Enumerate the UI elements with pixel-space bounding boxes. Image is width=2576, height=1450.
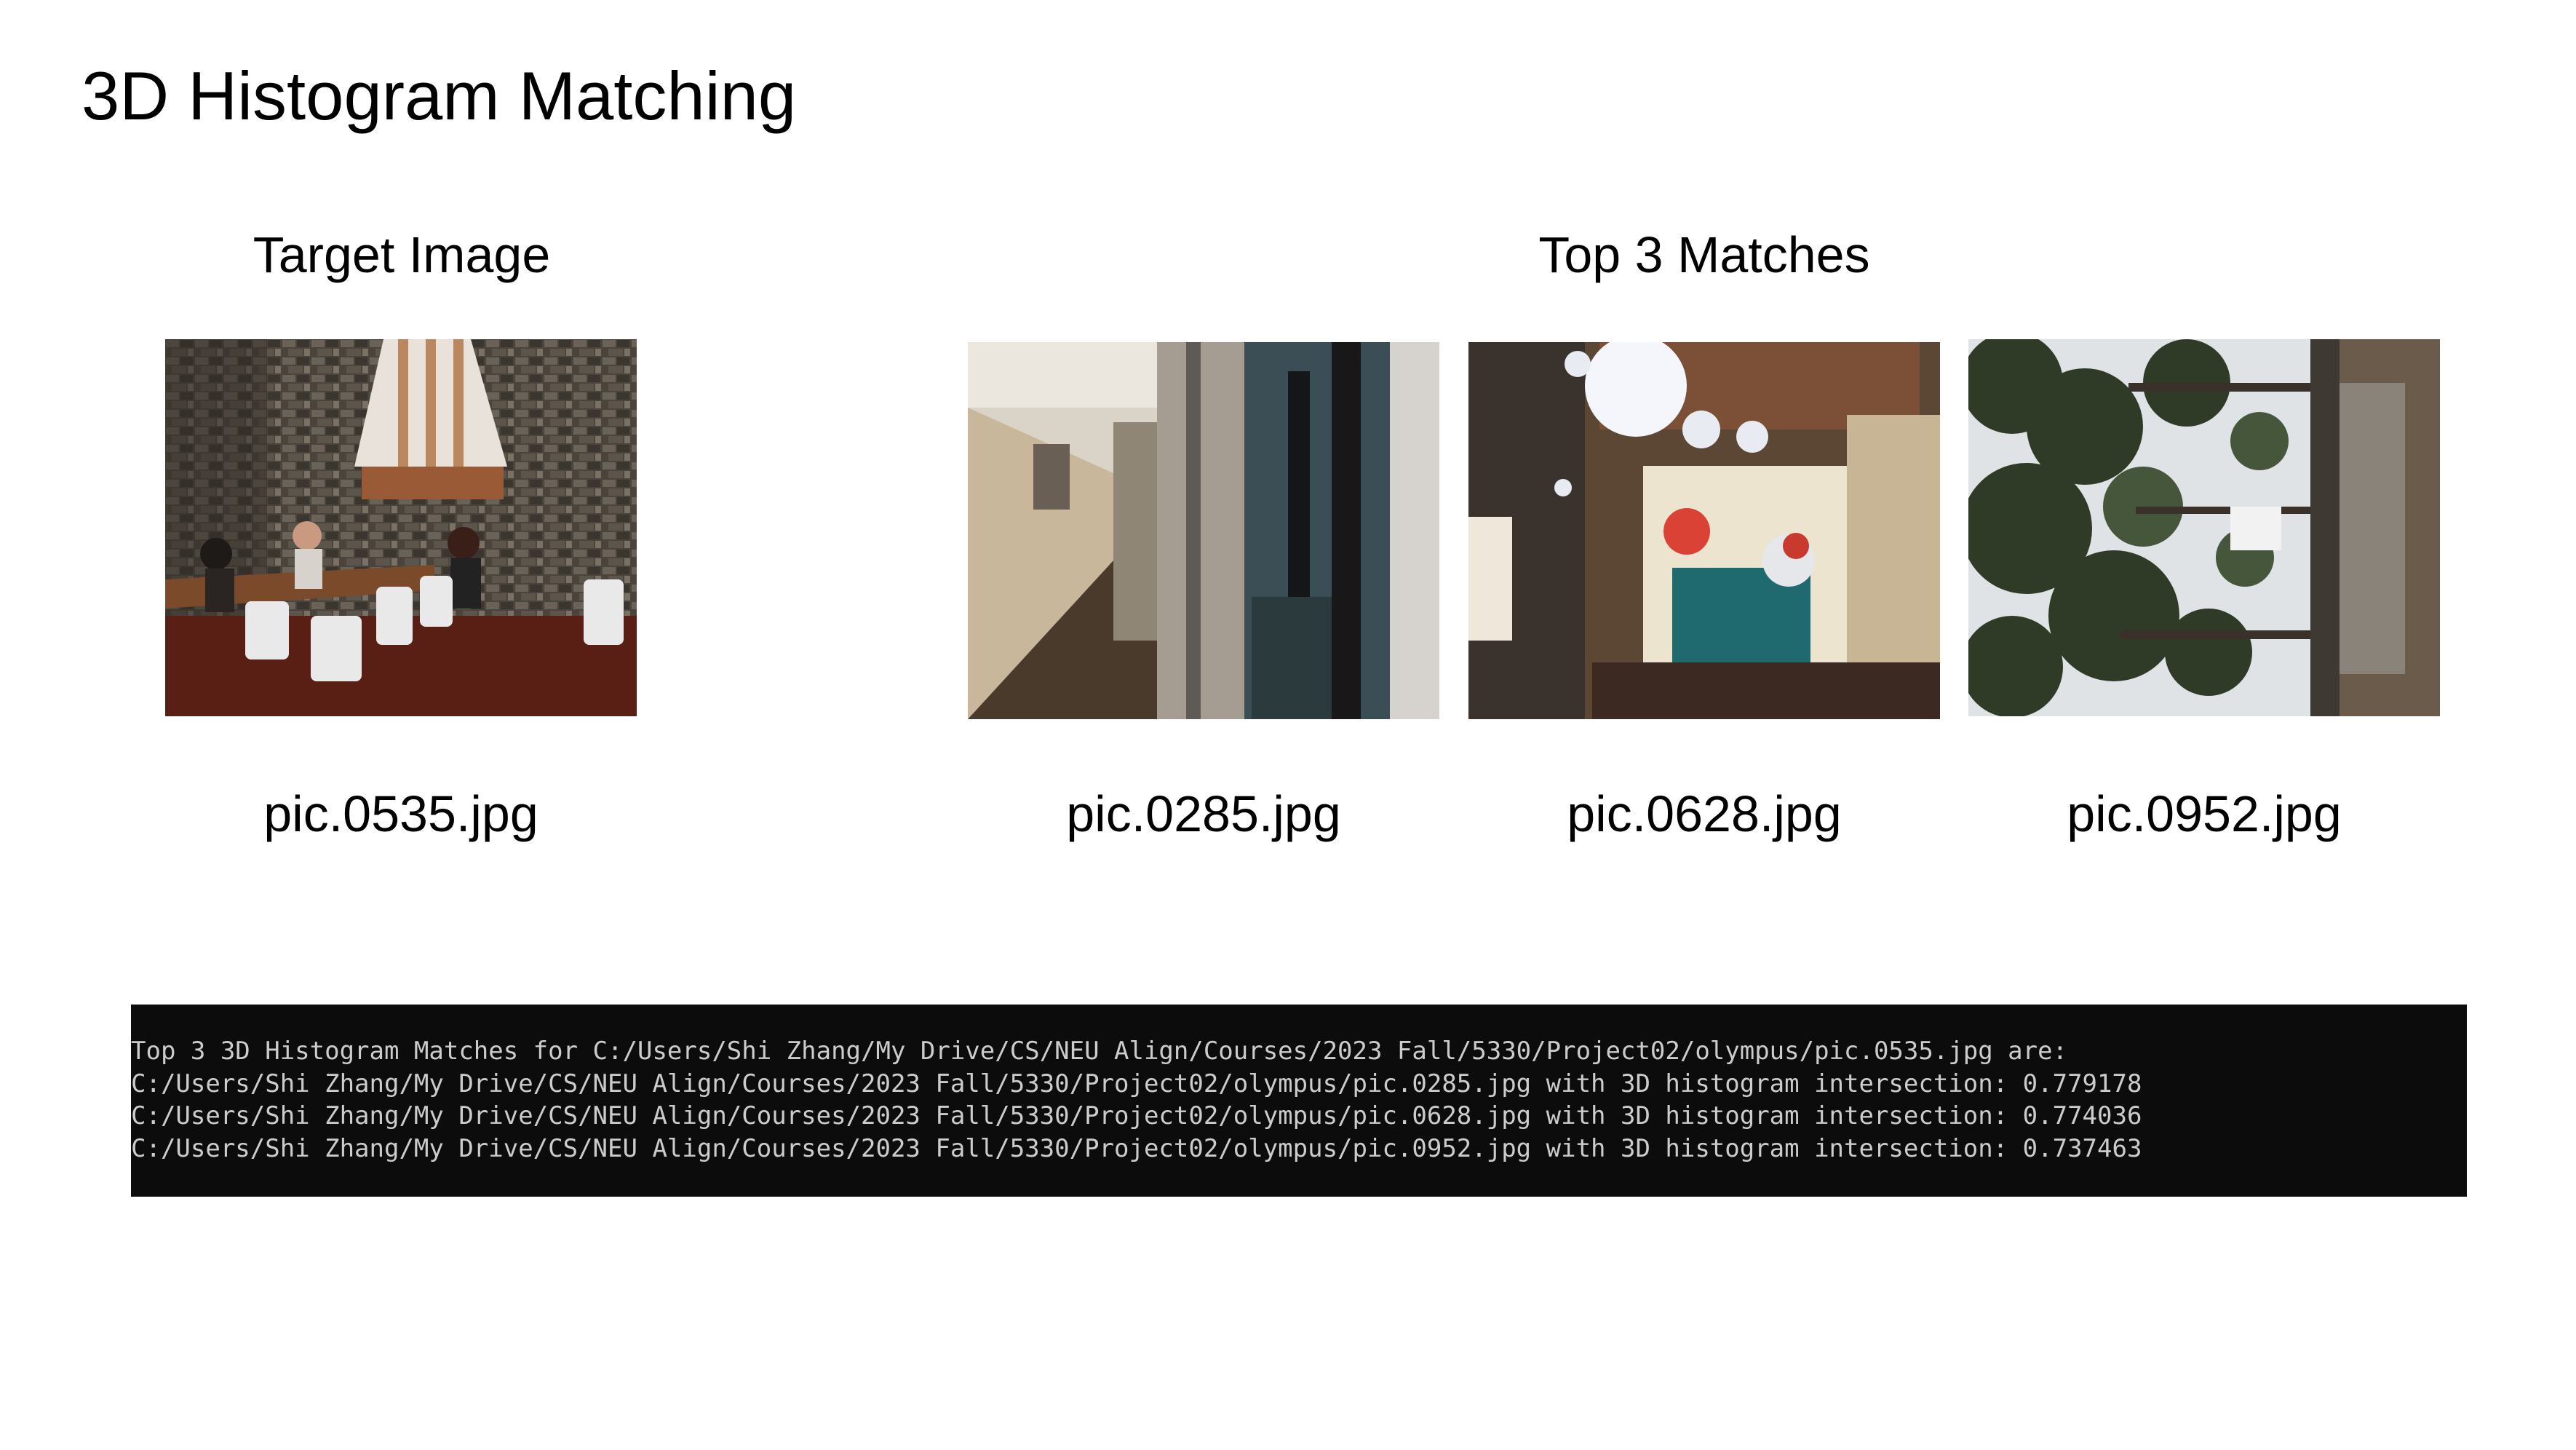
match-image-2	[1468, 342, 1940, 719]
target-image-heading: Target Image	[253, 226, 551, 283]
photo-trees-rotated-icon	[1968, 339, 2440, 716]
photo-hallway-icon	[968, 342, 1439, 719]
top-matches-heading: Top 3 Matches	[1538, 226, 1870, 283]
terminal-line-match-2: C:/Users/Shi Zhang/My Drive/CS/NEU Align…	[131, 1101, 2142, 1130]
match-filename-1: pic.0285.jpg	[1066, 785, 1341, 842]
terminal-line-match-3: C:/Users/Shi Zhang/My Drive/CS/NEU Align…	[131, 1133, 2142, 1163]
terminal-line-header: Top 3 3D Histogram Matches for C:/Users/…	[131, 1037, 2068, 1066]
terminal-output: Top 3 3D Histogram Matches for C:/Users/…	[131, 1005, 2467, 1197]
match-image-3	[1968, 339, 2440, 716]
photo-atrium-decorations-icon	[1468, 342, 1940, 719]
target-filename: pic.0535.jpg	[263, 785, 538, 842]
match-filename-2: pic.0628.jpg	[1567, 785, 1842, 842]
match-filename-3: pic.0952.jpg	[2067, 785, 2342, 842]
target-image	[165, 339, 637, 716]
match-image-1	[968, 342, 1439, 719]
terminal-line-match-1: C:/Users/Shi Zhang/My Drive/CS/NEU Align…	[131, 1069, 2142, 1098]
photo-cafeteria-icon	[165, 339, 637, 716]
slide-title: 3D Histogram Matching	[82, 58, 797, 134]
